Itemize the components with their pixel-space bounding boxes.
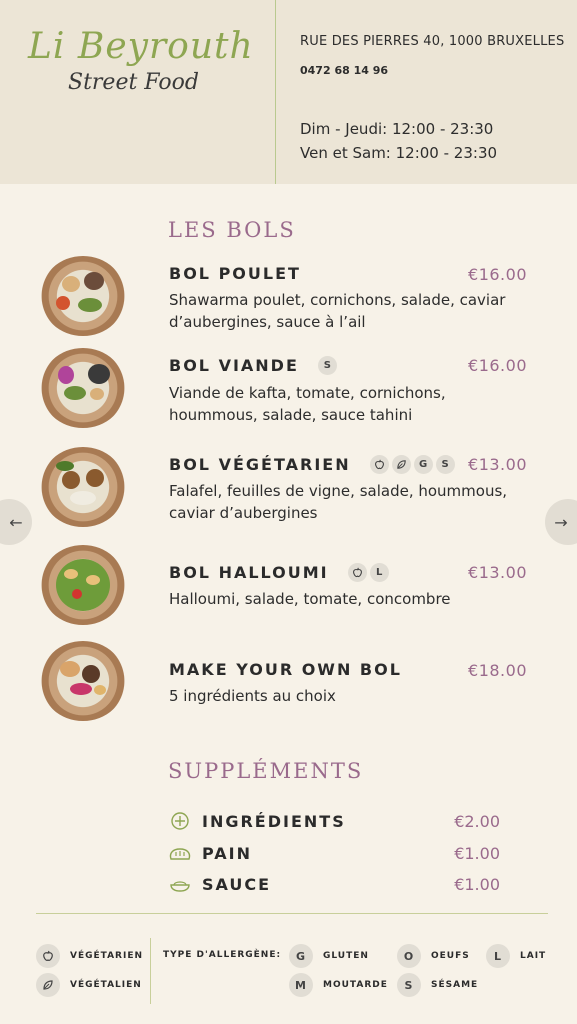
- apple-icon: [369, 455, 389, 474]
- leaf-icon: [36, 973, 60, 997]
- legend-mustard: M MOUTARDE: [289, 973, 388, 997]
- supplement-label: INGRÉDIENTS: [202, 811, 346, 831]
- supplement-price: €1.00: [454, 874, 500, 894]
- plus-circle-icon: [168, 811, 192, 831]
- legend-gluten: G GLUTEN: [289, 944, 369, 968]
- legend-sesame: S SÉSAME: [397, 973, 478, 997]
- item-price: €16.00: [468, 265, 527, 284]
- item-description: Viande de kafta, tomate, cornichons, hou…: [169, 384, 446, 424]
- legend-label: VÉGÉTARIEN: [70, 951, 144, 961]
- apple-icon: [36, 944, 60, 968]
- supplement-row: SAUCE €1.00: [168, 872, 508, 896]
- section-title-bols: LES BOLS: [168, 218, 296, 242]
- item-price: €13.00: [468, 563, 527, 582]
- allergen-badge-eggs: O: [397, 944, 421, 968]
- allergen-badge-gluten: G: [289, 944, 313, 968]
- allergen-badge-milk: L: [369, 563, 389, 582]
- bol-vegetarien-image: [40, 447, 126, 527]
- logo-subtitle: Street Food: [68, 70, 199, 95]
- item-price: €13.00: [468, 455, 527, 474]
- footer-divider: [36, 913, 548, 914]
- arrow-right-icon: →: [554, 512, 568, 532]
- make-your-own-bol-image: [40, 641, 126, 721]
- legend-label: GLUTEN: [323, 951, 369, 961]
- legend-vegetarian: VÉGÉTARIEN: [36, 944, 143, 968]
- header: Li Beyrouth Street Food RUE DES PIERRES …: [0, 0, 577, 184]
- address: RUE DES PIERRES 40, 1000 BRUXELLES: [300, 34, 565, 49]
- legend-vegan: VÉGÉTALIEN: [36, 973, 142, 997]
- legend-label: LAIT: [520, 951, 547, 961]
- bread-icon: [168, 843, 192, 863]
- item-price: €16.00: [468, 356, 527, 375]
- apple-icon: [347, 563, 367, 582]
- legend-eggs: O OEUFS: [397, 944, 470, 968]
- opening-hours-weekend: Ven et Sam: 12:00 - 23:30: [300, 144, 498, 162]
- item-name: BOL POULET: [169, 264, 301, 283]
- allergen-badge-milk: L: [486, 944, 510, 968]
- supplement-label: PAIN: [202, 843, 252, 863]
- leaf-icon: [391, 455, 411, 474]
- item-name: MAKE YOUR OWN BOL: [169, 660, 402, 679]
- phone-number[interactable]: 0472 68 14 96: [300, 64, 388, 77]
- item-description: 5 ingrédients au choix: [169, 687, 336, 705]
- allergen-badge-gluten: G: [413, 455, 433, 474]
- sauce-bowl-icon: [168, 874, 192, 894]
- item-description: Falafel, feuilles de vigne, salade, houm…: [169, 482, 508, 522]
- bol-halloumi-image: [40, 545, 126, 625]
- item-description: Shawarma poulet, cornichons, salade, cav…: [169, 291, 506, 331]
- opening-hours-weekdays: Dim - Jeudi: 12:00 - 23:30: [300, 120, 494, 138]
- allergen-type-title: TYPE D'ALLERGÈNE:: [163, 950, 282, 960]
- logo-title: Li Beyrouth: [28, 26, 254, 67]
- legend-divider: [150, 938, 151, 1004]
- legend-label: VÉGÉTALIEN: [70, 980, 142, 990]
- allergen-badge-sesame: S: [317, 356, 337, 375]
- section-title-supplements: SUPPLÉMENTS: [168, 759, 364, 783]
- allergen-badge-sesame: S: [397, 973, 421, 997]
- supplement-label: SAUCE: [202, 874, 272, 894]
- allergen-badge-mustard: M: [289, 973, 313, 997]
- item-name: BOL HALLOUMI L: [169, 563, 389, 582]
- legend-milk: L LAIT: [486, 944, 546, 968]
- item-name: BOL VIANDE S: [169, 356, 337, 375]
- header-divider: [275, 0, 276, 184]
- next-page-button[interactable]: →: [545, 499, 577, 545]
- arrow-left-icon: ←: [9, 512, 23, 532]
- prev-page-button[interactable]: ←: [0, 499, 32, 545]
- supplement-price: €1.00: [454, 843, 500, 863]
- supplement-row: PAIN €1.00: [168, 841, 508, 865]
- supplement-row: INGRÉDIENTS €2.00: [168, 809, 508, 833]
- bol-poulet-image: [40, 256, 126, 336]
- item-description: Halloumi, salade, tomate, concombre: [169, 590, 451, 608]
- legend-label: OEUFS: [431, 951, 470, 961]
- allergen-badge-sesame: S: [435, 455, 455, 474]
- item-name: BOL VÉGÉTARIEN G S: [169, 455, 455, 474]
- item-price: €18.00: [468, 661, 527, 680]
- bol-viande-image: [40, 348, 126, 428]
- legend-label: MOUTARDE: [323, 980, 388, 990]
- supplement-price: €2.00: [454, 811, 500, 831]
- legend-label: SÉSAME: [431, 980, 479, 990]
